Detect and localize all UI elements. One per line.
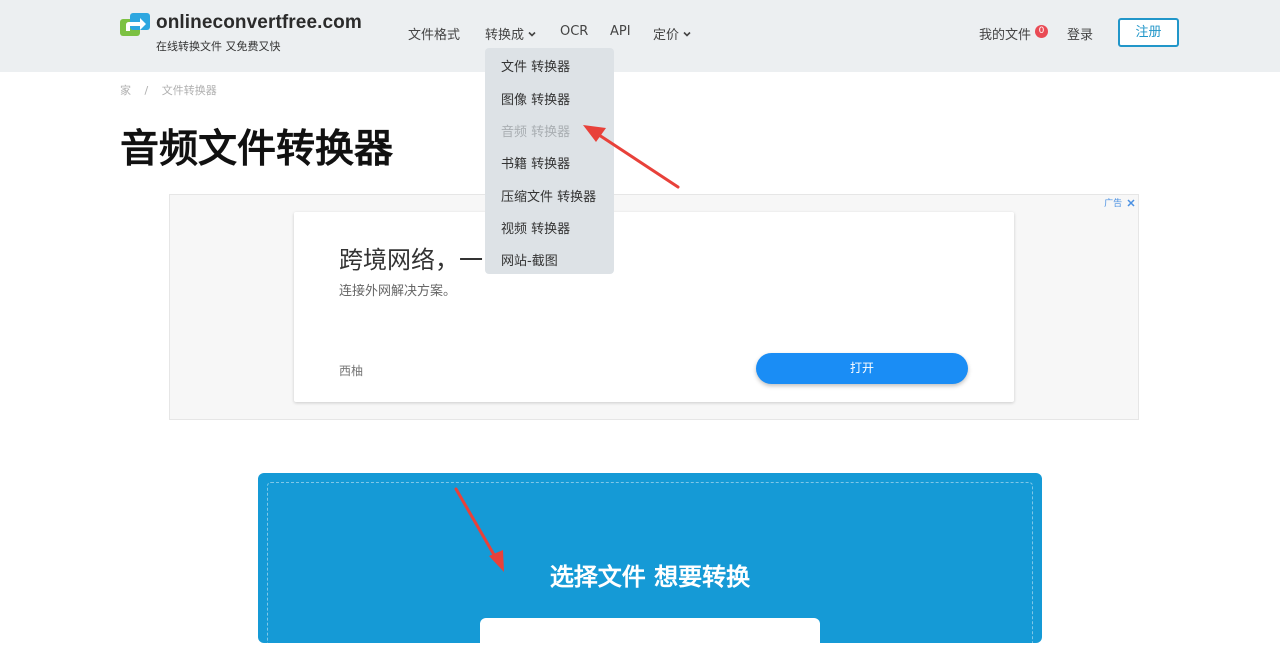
nav-file-formats-label: 文件格式 (408, 28, 461, 43)
chevron-down-icon (683, 31, 691, 37)
dropdown-item-ebook-converter[interactable]: 书籍 转换器 (501, 153, 570, 172)
nav-file-formats[interactable]: 文件格式 (408, 24, 460, 43)
upload-title: 选择文件 想要转换 (549, 563, 751, 591)
dropdown-item-archive-converter[interactable]: 压缩文件 转换器 (501, 186, 596, 205)
login-link[interactable]: 登录 (1067, 24, 1093, 43)
brand-tagline: 在线转换文件 又免费又快 (156, 40, 281, 53)
site-header: onlineconvertfree.com 在线转换文件 又免费又快 文件格式 … (0, 0, 1280, 72)
breadcrumb: 家 / 文件转换器 (120, 82, 217, 98)
nav-convert-to-label: 转换成 (485, 28, 525, 43)
nav-convert-to[interactable]: 转换成 (485, 24, 537, 43)
dropdown-item-document-converter[interactable]: 文件 转换器 (501, 56, 570, 75)
ad-subline: 连接外网解决方案。 (339, 284, 457, 299)
ad-brand: 西柚 (339, 364, 364, 378)
upload-dropzone[interactable]: 选择文件 想要转换 (258, 473, 1042, 658)
ad-flag-label: 广告 (1104, 199, 1123, 209)
close-icon[interactable] (1127, 199, 1135, 207)
breadcrumb-home[interactable]: 家 (120, 82, 131, 98)
dropdown-item-video-converter[interactable]: 视频 转换器 (501, 218, 570, 237)
nav-ocr[interactable]: OCR (560, 24, 588, 39)
my-files-link[interactable]: 我的文件 (979, 24, 1031, 43)
nav-pricing-label: 定价 (653, 28, 680, 43)
ad-card[interactable]: 跨境网络，一 连接外网解决方案。 西柚 打开 (294, 212, 1014, 402)
choose-file-button[interactable] (480, 618, 820, 658)
register-button[interactable]: 注册 (1118, 18, 1179, 47)
logo-arrows-icon (120, 13, 150, 36)
chevron-down-icon (528, 31, 536, 37)
page-title: 音频文件转换器 (120, 127, 394, 172)
breadcrumb-current[interactable]: 文件转换器 (162, 82, 217, 98)
nav-ocr-label: OCR (560, 24, 589, 39)
brand-name: onlineconvertfree.com (156, 12, 362, 33)
nav-api-label: API (610, 24, 631, 39)
dropdown-item-website-screenshot[interactable]: 网站-截图 (501, 250, 558, 269)
nav-pricing[interactable]: 定价 (653, 24, 692, 43)
dropdown-item-image-converter[interactable]: 图像 转换器 (501, 89, 570, 108)
ad-open-button[interactable]: 打开 (756, 353, 968, 384)
my-files-count-badge: 0 (1035, 25, 1048, 38)
ad-choices-flag[interactable]: 广告 (1104, 196, 1135, 209)
nav-api[interactable]: API (610, 24, 631, 39)
dropdown-item-audio-converter[interactable]: 音频 转换器 (501, 121, 570, 140)
ad-banner: 广告 跨境网络，一 连接外网解决方案。 西柚 打开 (169, 194, 1139, 420)
convert-to-dropdown: 文件 转换器 图像 转换器 音频 转换器 书籍 转换器 压缩文件 转换器 视频 … (485, 48, 614, 274)
site-logo[interactable]: onlineconvertfree.com 在线转换文件 又免费又快 (120, 11, 380, 55)
breadcrumb-separator: / (144, 84, 149, 97)
ad-headline: 跨境网络，一 (339, 246, 483, 274)
